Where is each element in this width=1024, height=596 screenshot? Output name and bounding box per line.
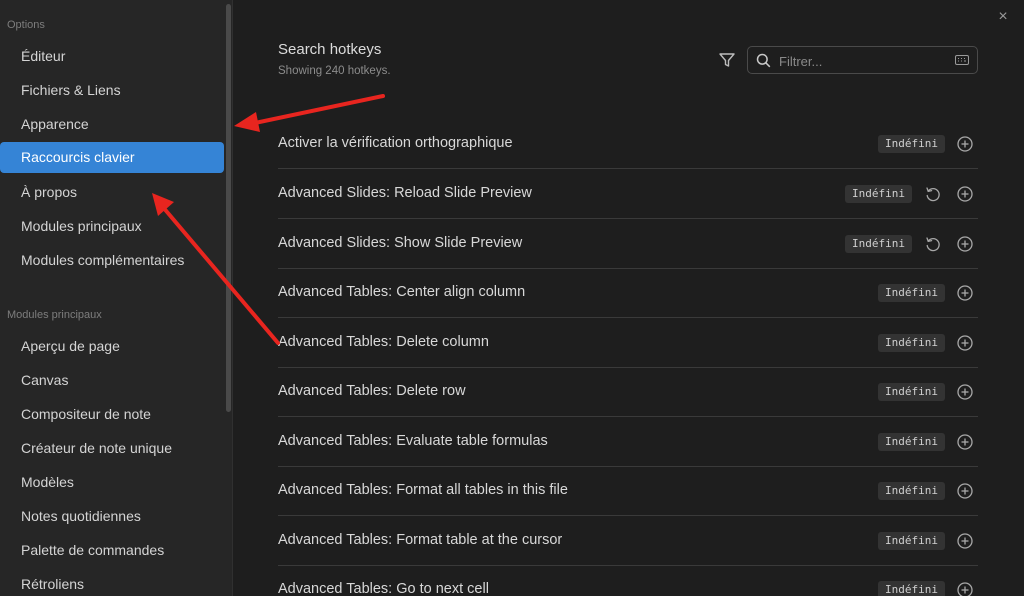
sidebar-item-notes-quotidiennes[interactable]: Notes quotidiennes [0,501,224,532]
sidebar-item-palette-de-commandes[interactable]: Palette de commandes [0,535,224,566]
sidebar-scrollbar[interactable] [226,4,231,412]
hotkey-name: Advanced Tables: Format table at the cur… [278,532,563,548]
hotkey-name: Advanced Tables: Go to next cell [278,581,489,596]
settings-sidebar: Options Éditeur Fichiers & Liens Apparen… [0,0,233,596]
sidebar-item-apparence[interactable]: Apparence [0,109,224,140]
sidebar-item-retroliens[interactable]: Rétroliens [0,569,224,596]
hotkey-name: Advanced Tables: Delete column [278,334,489,350]
sidebar-item-raccourcis-clavier[interactable]: Raccourcis clavier [0,142,224,173]
sidebar-item-canvas[interactable]: Canvas [0,365,224,396]
hotkey-badge: Indéfini [878,135,945,153]
filter-input[interactable] [779,51,939,71]
hotkey-row: Advanced Slides: Reload Slide Preview In… [278,169,978,219]
hotkey-row: Advanced Tables: Evaluate table formulas… [278,417,978,467]
hotkey-name: Activer la vérification orthographique [278,135,513,151]
filter-icon[interactable] [718,51,736,69]
hotkey-count: Showing 240 hotkeys. [278,65,391,77]
hotkey-name: Advanced Tables: Center align column [278,284,526,300]
add-hotkey-icon[interactable] [956,433,974,451]
options-heading: Options [7,19,45,31]
add-hotkey-icon[interactable] [956,482,974,500]
add-hotkey-icon[interactable] [956,383,974,401]
search-hotkeys-title: Search hotkeys [278,41,382,58]
add-hotkey-icon[interactable] [956,185,974,203]
keyboard-icon[interactable] [955,54,969,66]
search-icon [756,53,771,68]
hotkey-badge: Indéfini [878,532,945,550]
filter-field[interactable] [747,46,978,74]
hotkey-badge: Indéfini [878,433,945,451]
hotkey-row: Advanced Tables: Format table at the cur… [278,516,978,566]
sidebar-item-apercu-de-page[interactable]: Aperçu de page [0,331,224,362]
hotkey-name: Advanced Tables: Evaluate table formulas [278,433,548,449]
close-icon[interactable]: × [994,8,1012,26]
hotkey-badge: Indéfini [878,383,945,401]
reset-hotkey-icon[interactable] [924,185,942,203]
add-hotkey-icon[interactable] [956,284,974,302]
reset-hotkey-icon[interactable] [924,235,942,253]
add-hotkey-icon[interactable] [956,334,974,352]
hotkeys-panel: × Search hotkeys Showing 240 hotkeys. Ac… [233,0,1024,596]
add-hotkey-icon[interactable] [956,532,974,550]
hotkey-name: Advanced Tables: Format all tables in th… [278,482,568,498]
sidebar-item-createur-de-note-unique[interactable]: Créateur de note unique [0,433,224,464]
sidebar-item-modules-principaux[interactable]: Modules principaux [0,211,224,242]
hotkey-name: Advanced Tables: Delete row [278,383,466,399]
add-hotkey-icon[interactable] [956,135,974,153]
hotkey-row: Advanced Tables: Format all tables in th… [278,466,978,516]
hotkey-row: Advanced Slides: Show Slide Preview Indé… [278,219,978,269]
sidebar-item-modules-complementaires[interactable]: Modules complémentaires [0,245,224,276]
sidebar-item-compositeur-de-note[interactable]: Compositeur de note [0,399,224,430]
hotkey-row: Advanced Tables: Center align column Ind… [278,268,978,318]
hotkey-row: Activer la vérification orthographique I… [278,119,978,169]
hotkey-badge: Indéfini [878,334,945,352]
modules-heading: Modules principaux [7,309,102,321]
sidebar-item-a-propos[interactable]: À propos [0,177,224,208]
hotkey-badge: Indéfini [878,581,945,596]
hotkey-row: Advanced Tables: Delete row Indéfini [278,367,978,417]
hotkey-row: Advanced Tables: Go to next cell Indéfin… [278,565,978,596]
hotkey-badge: Indéfini [845,185,912,203]
hotkey-badge: Indéfini [878,482,945,500]
hotkey-badge: Indéfini [845,235,912,253]
sidebar-item-modeles[interactable]: Modèles [0,467,224,498]
sidebar-item-fichiers-liens[interactable]: Fichiers & Liens [0,75,224,106]
hotkey-row: Advanced Tables: Delete column Indéfini [278,318,978,368]
hotkey-badge: Indéfini [878,284,945,302]
sidebar-item-editeur[interactable]: Éditeur [0,41,224,72]
hotkey-name: Advanced Slides: Reload Slide Preview [278,185,532,201]
hotkey-name: Advanced Slides: Show Slide Preview [278,235,523,251]
add-hotkey-icon[interactable] [956,581,974,596]
add-hotkey-icon[interactable] [956,235,974,253]
